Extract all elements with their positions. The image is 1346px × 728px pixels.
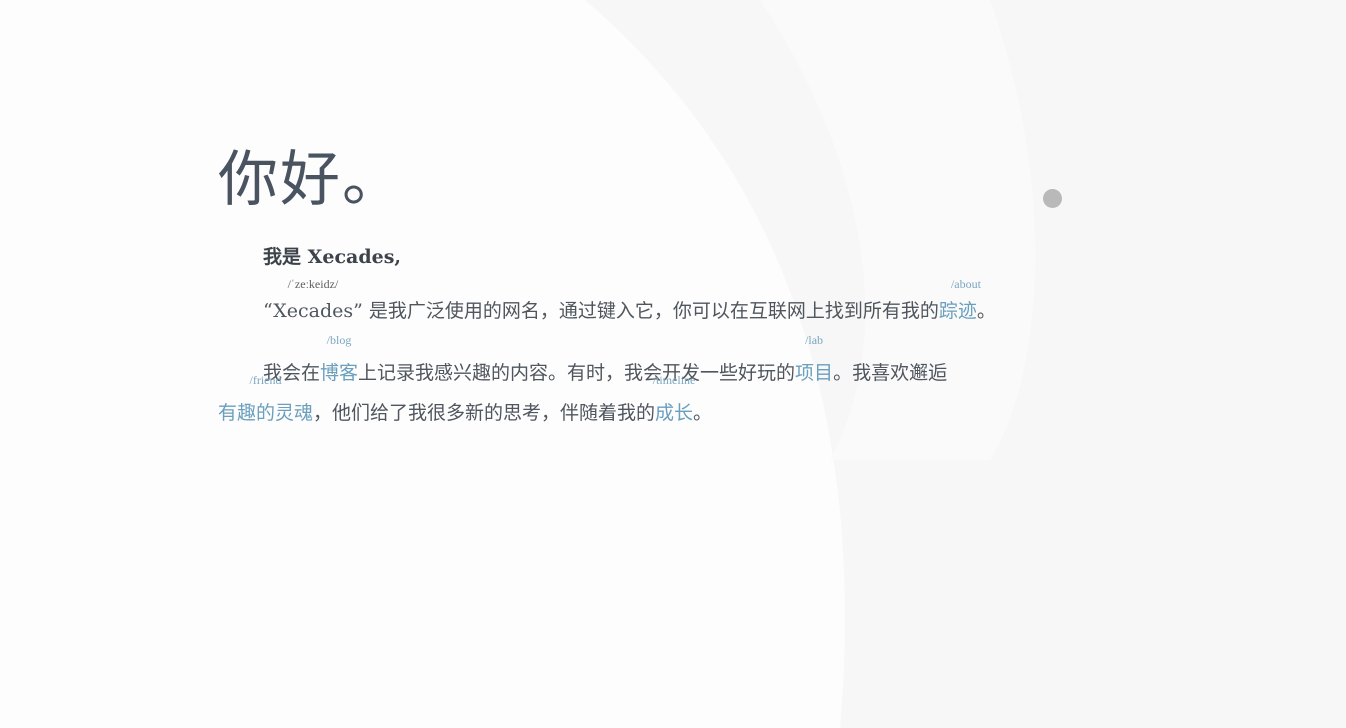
paragraph-1-end: 。 bbox=[976, 300, 996, 322]
friend-link-ruby[interactable]: 有趣的灵魂/friend bbox=[218, 374, 313, 433]
timeline-link-ruby[interactable]: 成长/timeline bbox=[653, 374, 696, 433]
name-pronunciation: /ˈzeːkeidz/ bbox=[287, 277, 339, 291]
intro-paragraph-2: 我会在博客/blog 上记录我感兴趣的内容。有时，我会开发一些好玩的项目/lab。… bbox=[218, 334, 1098, 433]
page: 你好。 我是 Xecades, “Xecades” /ˈzeːkeidz/ 是我… bbox=[0, 0, 1346, 728]
paragraph-2-end: 。 bbox=[693, 402, 713, 424]
lab-link-hint: /lab bbox=[805, 333, 824, 347]
timeline-link-hint: /timeline bbox=[652, 373, 696, 387]
blog-link-ruby[interactable]: 博客/blog bbox=[320, 334, 358, 393]
about-link-ruby[interactable]: 踪迹 /about bbox=[939, 278, 981, 325]
blog-link[interactable]: 博客 bbox=[320, 362, 358, 384]
about-link-hint: /about bbox=[950, 277, 981, 291]
page-title: 你好。 bbox=[218, 145, 404, 215]
greeting: 我是 Xecades, bbox=[263, 246, 402, 268]
paragraph-2-text-c: 。我喜欢邂逅 bbox=[833, 362, 948, 384]
timeline-link[interactable]: 成长 bbox=[655, 402, 693, 424]
lab-link-ruby[interactable]: 项目/lab bbox=[795, 334, 833, 393]
friend-link-hint: /friend bbox=[249, 373, 282, 387]
friend-link[interactable]: 有趣的灵魂 bbox=[218, 402, 313, 424]
blog-link-hint: /blog bbox=[326, 333, 352, 347]
intro-paragraph-1: “Xecades” /ˈzeːkeidz/ 是我广泛使用的网名，通过键入它，你可… bbox=[218, 278, 1098, 325]
theme-toggle-dot[interactable] bbox=[1043, 189, 1062, 208]
name-ruby: “Xecades” /ˈzeːkeidz/ bbox=[263, 278, 363, 325]
lab-link[interactable]: 项目 bbox=[795, 362, 833, 384]
paragraph-1-text: 是我广泛使用的网名，通过键入它，你可以在互联网上找到所有我的 bbox=[362, 300, 939, 322]
paragraph-2-text-d: ，他们给了我很多新的思考，伴随着我的 bbox=[313, 402, 656, 424]
paragraph-2-text-b: 上记录我感兴趣的内容。有时，我会开发一些好玩的 bbox=[358, 362, 796, 384]
paragraph-2-line-2: 有趣的灵魂/friend ，他们给了我很多新的思考，伴随着我的成长/timelin… bbox=[218, 374, 1098, 433]
about-link[interactable]: 踪迹 bbox=[939, 300, 977, 322]
name-quoted: “Xecades” bbox=[263, 300, 363, 322]
